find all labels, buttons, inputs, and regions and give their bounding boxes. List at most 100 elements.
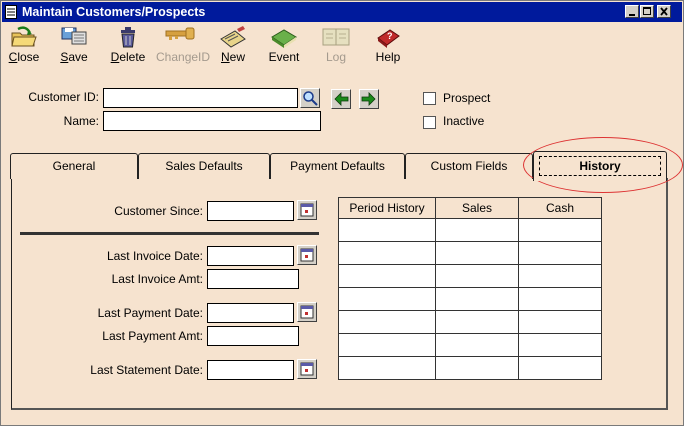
table-cell[interactable] (338, 333, 436, 357)
table-cell[interactable] (338, 287, 436, 311)
table-cell[interactable] (518, 241, 602, 265)
tab-custom-fields[interactable]: Custom Fields (405, 153, 533, 179)
period-history-rows (338, 218, 602, 380)
table-cell[interactable] (338, 241, 436, 265)
table-cell[interactable] (435, 310, 519, 334)
close-button[interactable]: Close (5, 25, 43, 67)
name-field[interactable] (103, 111, 321, 131)
table-row (338, 356, 602, 380)
tab-payment-defaults-label: Payment Defaults (290, 159, 385, 173)
tab-sales-defaults[interactable]: Sales Defaults (138, 153, 270, 179)
table-row (338, 218, 602, 242)
delete-button[interactable]: Delete (108, 25, 148, 67)
close-window-button[interactable] (657, 5, 671, 18)
table-cell[interactable] (338, 264, 436, 288)
last-statement-date-label: Last Statement Date: (90, 363, 203, 377)
last-statement-date-calendar-button[interactable] (297, 359, 317, 379)
trash-can-icon (121, 27, 135, 48)
tab-sales-defaults-label: Sales Defaults (165, 159, 243, 173)
last-invoice-amt-label: Last Invoice Amt: (111, 272, 203, 286)
new-label: ew (229, 50, 245, 64)
table-cell[interactable] (518, 356, 602, 380)
customer-since-field[interactable] (207, 201, 294, 221)
last-invoice-date-field[interactable] (207, 246, 294, 266)
prospect-label: Prospect (443, 91, 491, 105)
table-row (338, 241, 602, 265)
calendar-icon (300, 305, 314, 319)
log-button[interactable]: Log (319, 25, 353, 67)
log-label: Log (325, 50, 347, 64)
app-icon (5, 5, 17, 19)
customer-since-label: Customer Since: (114, 204, 203, 218)
calendar-icon (300, 362, 314, 376)
svg-text:?: ? (387, 31, 393, 41)
key-icon (165, 27, 195, 40)
table-cell[interactable] (518, 310, 602, 334)
inactive-label: Inactive (443, 114, 485, 128)
arrow-right-icon (361, 92, 376, 106)
table-cell[interactable] (518, 218, 602, 242)
prospect-checkbox[interactable] (423, 92, 436, 105)
table-header-row: Period History Sales Cash (338, 197, 602, 219)
tab-general[interactable]: General (10, 153, 138, 179)
inactive-checkbox[interactable] (423, 116, 436, 129)
last-payment-amt-field[interactable] (207, 326, 299, 346)
table-cell[interactable] (338, 356, 436, 380)
customer-id-field[interactable] (103, 88, 298, 108)
table-cell[interactable] (518, 264, 602, 288)
new-document-icon (220, 26, 246, 48)
table-cell[interactable] (518, 333, 602, 357)
arrow-left-icon (334, 92, 349, 106)
column-header-cash: Cash (518, 197, 602, 219)
table-cell[interactable] (435, 241, 519, 265)
customer-lookup-button[interactable] (300, 88, 320, 108)
event-button[interactable]: Event (266, 25, 302, 67)
next-record-button[interactable] (359, 89, 379, 109)
title-bar[interactable]: Maintain Customers/Prospects (2, 2, 682, 22)
name-label: Name: (63, 114, 99, 128)
table-cell[interactable] (518, 287, 602, 311)
table-cell[interactable] (435, 287, 519, 311)
last-invoice-date-label: Last Invoice Date: (106, 249, 203, 263)
last-statement-date-field[interactable] (207, 360, 294, 380)
changeid-label: ChangeID (156, 50, 211, 64)
delete-label: elete (119, 50, 146, 64)
help-label: Help (375, 50, 401, 64)
last-payment-date-field[interactable] (207, 303, 294, 323)
close-x-icon (660, 7, 668, 16)
tab-history[interactable]: History (533, 151, 667, 181)
toolbar: Close Save Delete ChangeID New Event Log… (1, 23, 685, 69)
changeid-button[interactable]: ChangeID (156, 25, 211, 67)
column-header-period-history: Period History (338, 197, 436, 219)
tab-payment-defaults[interactable]: Payment Defaults (270, 153, 405, 179)
tab-custom-fields-label: Custom Fields (430, 159, 508, 173)
close-label: lose (17, 50, 40, 64)
table-row (338, 287, 602, 311)
table-cell[interactable] (338, 218, 436, 242)
table-row (338, 264, 602, 288)
last-payment-date-label: Last Payment Date: (97, 306, 203, 320)
help-button[interactable]: ? Help (371, 25, 405, 67)
save-button[interactable]: Save (57, 25, 91, 67)
minimize-button[interactable] (625, 5, 639, 18)
column-header-sales: Sales (435, 197, 519, 219)
table-cell[interactable] (435, 218, 519, 242)
customer-id-label: Customer ID: (28, 90, 99, 104)
tab-general-label: General (52, 159, 96, 173)
maintain-customers-window: Maintain Customers/Prospects Close Save … (0, 0, 684, 426)
save-disk-icon (61, 27, 87, 45)
last-invoice-date-calendar-button[interactable] (297, 245, 317, 265)
last-invoice-amt-field[interactable] (207, 269, 299, 289)
table-cell[interactable] (435, 356, 519, 380)
table-cell[interactable] (338, 310, 436, 334)
customer-since-calendar-button[interactable] (297, 200, 317, 220)
new-button[interactable]: New (216, 25, 250, 67)
last-payment-date-calendar-button[interactable] (297, 302, 317, 322)
calendar-icon (300, 248, 314, 262)
table-cell[interactable] (435, 264, 519, 288)
previous-record-button[interactable] (331, 89, 351, 109)
maximize-button[interactable] (640, 5, 654, 18)
table-cell[interactable] (435, 333, 519, 357)
save-label: ave (68, 50, 88, 64)
tab-history-label: History (579, 159, 621, 173)
